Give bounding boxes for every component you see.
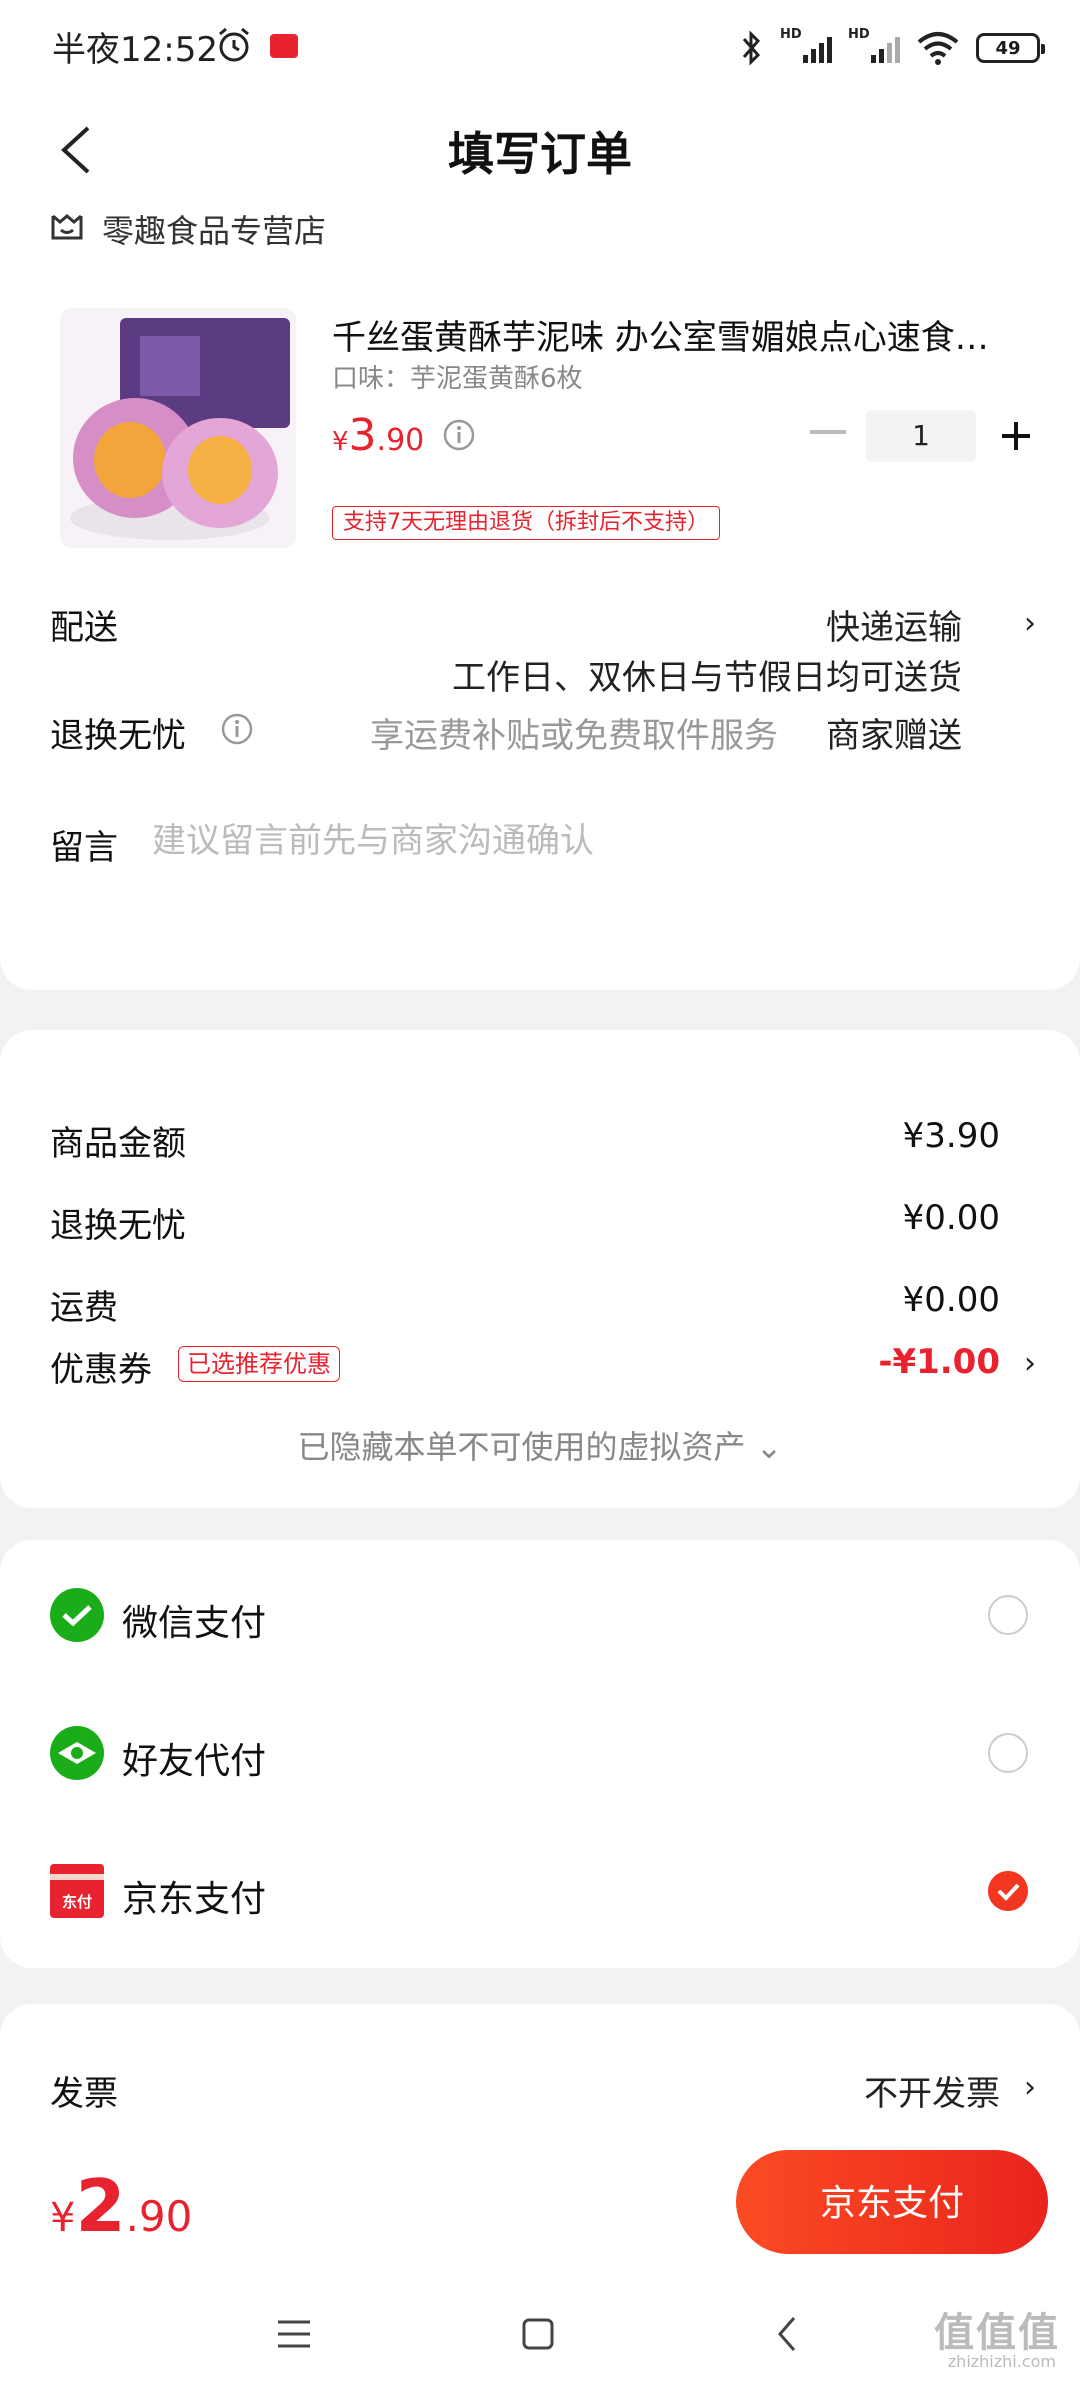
watermark-logo: 值值值 xyxy=(934,2310,1060,2356)
chevron-right-icon[interactable]: › xyxy=(1024,2070,1036,2105)
coupon-value[interactable]: -¥1.00 xyxy=(878,1342,1000,1382)
quantity-minus-button[interactable] xyxy=(810,430,846,434)
payment-option-friend[interactable]: 好友代付 xyxy=(0,1690,1080,1820)
invoice-label: 发票 xyxy=(50,2074,118,2114)
total-price: ¥ 2 .90 xyxy=(50,2164,192,2248)
total-currency: ¥ xyxy=(50,2195,76,2241)
battery-icon: 49 xyxy=(976,33,1045,63)
return-fee-value: ¥0.00 xyxy=(902,1198,1000,1238)
message-input[interactable] xyxy=(150,812,994,870)
delivery-note: 工作日、双休日与节假日均可送货 xyxy=(452,658,962,698)
bluetooth-icon xyxy=(742,30,761,66)
coupon-label: 优惠券 xyxy=(50,1350,152,1390)
wechat-pay-icon xyxy=(50,1588,104,1642)
app-notification-icon xyxy=(270,34,298,58)
nav-back-icon[interactable] xyxy=(758,2304,818,2364)
quantity-input[interactable]: 1 xyxy=(866,410,976,462)
price-decimal: .90 xyxy=(376,423,425,458)
watermark-url: zhizhizhi.com xyxy=(947,2352,1056,2371)
fee-summary-card: 商品金额 ¥3.90 退换无忧 ¥0.00 运费 ¥0.00 优惠券 已选推荐优… xyxy=(0,1030,1080,1508)
goods-amount-value: ¥3.90 xyxy=(902,1116,1000,1156)
status-icons: HD HD 49 xyxy=(738,26,1045,70)
payment-label: 好友代付 xyxy=(122,1741,267,1782)
status-bar: 半夜12:52 HD HD 49 xyxy=(0,0,1080,100)
order-item-card: 零趣食品专营店 千丝蛋黄酥芋泥味 办公室雪媚娘点心速食… 口味：芋泥蛋黄酥6枚 … xyxy=(0,200,1080,990)
shipping-label: 运费 xyxy=(50,1288,118,1328)
payment-option-jd[interactable]: 东付 京东支付 xyxy=(0,1828,1080,1958)
delivery-method[interactable]: 快递运输 xyxy=(826,600,962,649)
info-icon[interactable] xyxy=(220,712,254,746)
system-nav-bar xyxy=(0,2280,1080,2400)
product-title[interactable]: 千丝蛋黄酥芋泥味 办公室雪媚娘点心速食… xyxy=(332,310,1032,359)
menu-icon[interactable] xyxy=(264,2304,324,2364)
payment-radio[interactable] xyxy=(988,1733,1028,1773)
delivery-label: 配送 xyxy=(50,608,118,648)
signal-icon-2: HD xyxy=(848,27,900,67)
total-decimal: .90 xyxy=(125,2192,193,2241)
chevron-right-icon[interactable]: › xyxy=(1024,1346,1036,1381)
quantity-plus-button[interactable] xyxy=(996,416,1036,456)
jd-pay-icon: 东付 xyxy=(50,1864,104,1918)
payment-method-card: 微信支付 好友代付 东付 京东支付 xyxy=(0,1540,1080,1968)
submit-pay-button[interactable]: 京东支付 xyxy=(736,2150,1048,2254)
alarm-icon xyxy=(219,27,249,62)
product-image[interactable] xyxy=(60,308,296,548)
price-integer: 3 xyxy=(348,410,377,461)
return-fee-label: 退换无忧 xyxy=(50,1206,186,1246)
payment-label: 微信支付 xyxy=(122,1603,267,1644)
hd-label: HD xyxy=(780,27,802,42)
return-policy-tag: 支持7天无理由退货（拆封后不支持） xyxy=(332,506,720,540)
payment-label: 京东支付 xyxy=(122,1879,267,1920)
goods-amount-label: 商品金额 xyxy=(50,1124,186,1164)
store-name[interactable]: 零趣食品专营店 xyxy=(102,206,326,252)
hidden-assets-toggle[interactable]: 已隐藏本单不可使用的虚拟资产 ⌄ xyxy=(0,1422,1080,1468)
return-service-value: 商家赠送 xyxy=(826,716,962,756)
product-spec[interactable]: 口味：芋泥蛋黄酥6枚 xyxy=(332,358,583,395)
store-icon xyxy=(51,214,83,240)
total-integer: 2 xyxy=(75,2164,126,2248)
invoice-value[interactable]: 不开发票 xyxy=(864,2066,1000,2115)
message-label: 留言 xyxy=(50,828,118,868)
page-title: 填写订单 xyxy=(448,127,632,181)
coupon-tag: 已选推荐优惠 xyxy=(178,1346,340,1382)
payment-radio-checked[interactable] xyxy=(988,1871,1028,1911)
wifi-icon xyxy=(917,32,959,65)
status-time: 半夜12:52 xyxy=(52,30,218,70)
chevron-right-icon[interactable]: › xyxy=(1024,606,1036,641)
price-info-icon[interactable] xyxy=(442,418,476,452)
title-bar: 填写订单 xyxy=(0,100,1080,200)
home-icon[interactable] xyxy=(508,2304,568,2364)
friend-pay-icon xyxy=(50,1726,104,1780)
jd-pay-icon-text: 东付 xyxy=(61,1893,92,1911)
payment-option-wechat[interactable]: 微信支付 xyxy=(0,1550,1080,1680)
return-service-label: 退换无忧 xyxy=(50,716,186,756)
payment-radio[interactable] xyxy=(988,1595,1028,1635)
return-service-desc: 享运费补贴或免费取件服务 xyxy=(370,716,778,756)
price-currency: ¥ xyxy=(332,427,349,457)
signal-icon: HD xyxy=(780,27,832,67)
product-price: ¥ 3 .90 xyxy=(332,410,425,461)
shipping-value: ¥0.00 xyxy=(902,1280,1000,1320)
hd-label-2: HD xyxy=(848,27,870,42)
